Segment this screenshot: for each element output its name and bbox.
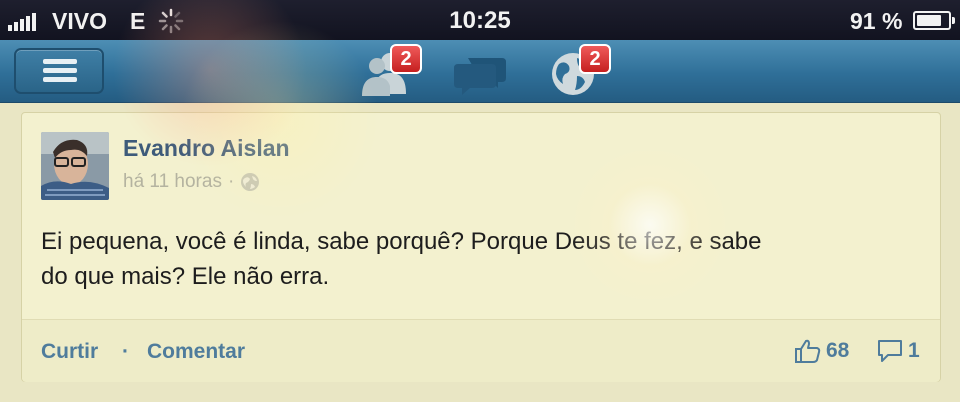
comment-button[interactable]: Comentar <box>147 340 245 364</box>
notifications-badge: 2 <box>579 44 611 74</box>
status-bar: VIVO E 10:25 91 % <box>0 0 960 40</box>
messages-icon <box>454 58 506 95</box>
battery-percent: 91 % <box>850 8 903 34</box>
nav-bar: 2 2 <box>0 40 960 103</box>
post-actions: Curtir · Comentar 68 1 <box>22 319 940 382</box>
post-card: Evandro Aislan há 11 horas · Ei pequena,… <box>21 112 941 382</box>
thumbs-up-icon <box>795 339 821 363</box>
public-globe-icon <box>241 173 260 191</box>
friend-requests-badge: 2 <box>390 44 422 74</box>
like-button[interactable]: Curtir <box>41 340 98 364</box>
post-time: há 11 horas <box>123 171 222 192</box>
friend-requests-button[interactable]: 2 <box>358 44 422 98</box>
messages-button[interactable] <box>452 46 512 98</box>
separator: · <box>122 340 129 363</box>
avatar[interactable] <box>41 132 109 200</box>
comment-bubble-icon <box>878 340 902 362</box>
menu-button[interactable] <box>14 48 104 94</box>
post-text-line: Ei pequena, você é linda, sabe porquê? P… <box>41 228 762 255</box>
post-text: Ei pequena, você é linda, sabe porquê? P… <box>41 224 921 294</box>
like-count-value: 68 <box>826 339 850 362</box>
notifications-button[interactable]: 2 <box>547 44 611 98</box>
comment-count-value: 1 <box>908 339 920 362</box>
comment-count[interactable]: 1 <box>876 338 920 364</box>
clock: 10:25 <box>449 7 511 34</box>
post-text-line: do que mais? Ele não erra. <box>41 263 330 290</box>
like-count[interactable]: 68 <box>794 338 849 364</box>
post-author[interactable]: Evandro Aislan <box>123 135 290 162</box>
menu-icon <box>43 59 77 64</box>
separator: · <box>227 171 235 192</box>
post-timestamp: há 11 horas · <box>123 171 260 193</box>
battery-icon <box>913 11 955 30</box>
